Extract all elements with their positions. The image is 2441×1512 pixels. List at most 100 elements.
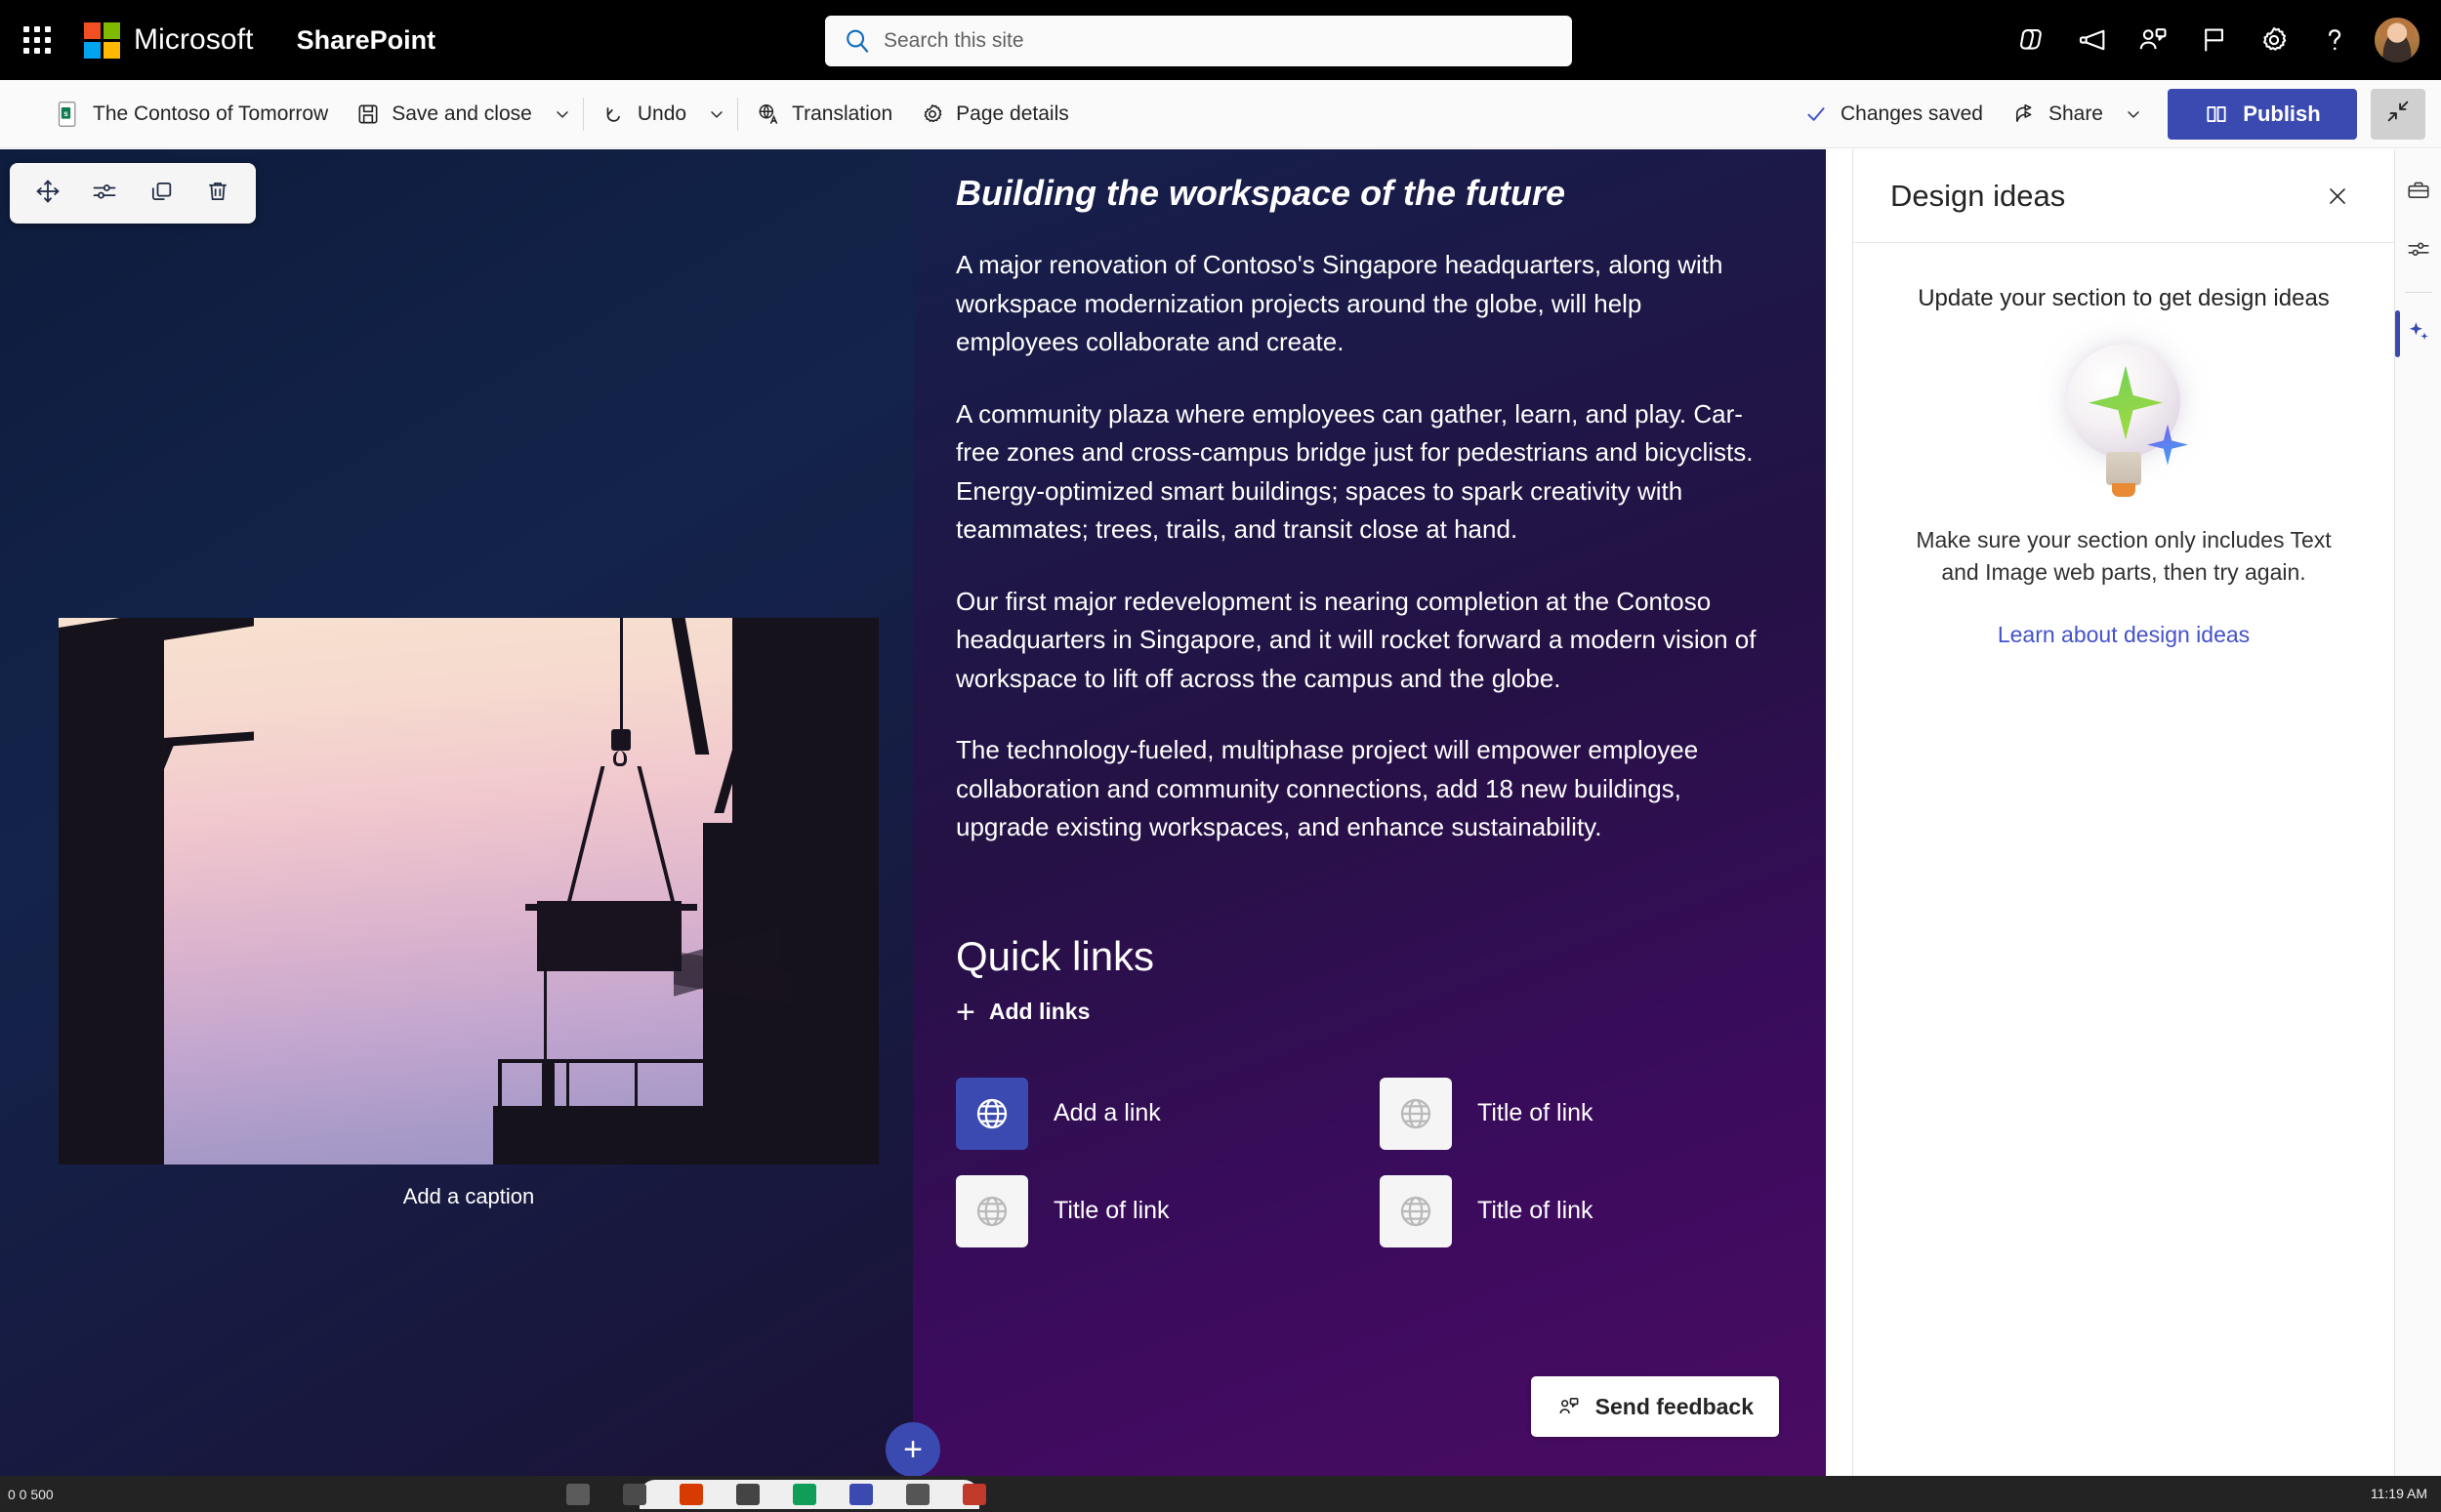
search-icon xyxy=(843,26,872,56)
undo-options-chevron-down-icon[interactable] xyxy=(700,89,733,140)
taskbar-clock[interactable]: 11:19 AM xyxy=(2371,1486,2427,1501)
page-settings-button[interactable] xyxy=(2397,222,2440,280)
delete-webpart-button[interactable] xyxy=(189,169,246,218)
translation-icon xyxy=(756,102,781,127)
undo-icon xyxy=(601,102,627,127)
microsoft-logo[interactable]: Microsoft xyxy=(84,21,254,59)
sparkle-icon xyxy=(2406,319,2431,349)
quick-links-webpart[interactable]: Quick links + Add links Add a link Title… xyxy=(913,880,1826,1247)
taskbar-app-icon[interactable] xyxy=(623,1483,646,1505)
taskbar-app-icon[interactable] xyxy=(680,1483,703,1505)
microsoft-squares-icon xyxy=(84,21,120,59)
section-column-right: Building the workspace of the future A m… xyxy=(913,149,1826,1476)
waffle-icon xyxy=(23,26,51,54)
design-ideas-panel: Design ideas Update your section to get … xyxy=(1852,149,2394,1476)
move-icon xyxy=(34,178,62,210)
add-links-button[interactable]: + Add links xyxy=(956,996,1090,1029)
share-button[interactable]: Share xyxy=(1999,89,2117,140)
move-webpart-button[interactable] xyxy=(20,169,76,218)
text-webpart-paragraph[interactable]: The technology-fueled, multiphase projec… xyxy=(956,731,1763,847)
publish-icon xyxy=(2204,102,2229,127)
design-ideas-header: Design ideas xyxy=(1853,149,2394,243)
collapse-arrows-icon xyxy=(2384,98,2412,130)
plus-icon: + xyxy=(956,993,975,1031)
quick-link-item[interactable]: Title of link xyxy=(956,1174,1380,1247)
save-and-close-button[interactable]: Save and close xyxy=(342,89,546,140)
share-options-chevron-down-icon[interactable] xyxy=(2117,89,2150,140)
quick-link-item[interactable]: Title of link xyxy=(1380,1174,1803,1247)
page-canvas: Add a caption Building the workspace of … xyxy=(0,149,1855,1476)
quick-links-title[interactable]: Quick links xyxy=(956,933,1763,980)
learn-about-design-ideas-link[interactable]: Learn about design ideas xyxy=(1998,622,2250,648)
command-bar-left: s The Contoso of Tomorrow Save and close xyxy=(0,89,1083,140)
image-caption-placeholder[interactable]: Add a caption xyxy=(59,1184,879,1209)
taskbar-app-icon[interactable] xyxy=(736,1483,760,1505)
sliders-icon xyxy=(91,178,118,210)
section-column-left: Add a caption xyxy=(0,149,913,1476)
exit-fullscreen-button[interactable] xyxy=(2371,88,2425,140)
status-badge: Changes saved xyxy=(1788,102,1999,127)
construction-photo xyxy=(59,618,879,1165)
megaphone-icon[interactable] xyxy=(2062,10,2123,70)
design-ideas-prompt: Update your section to get design ideas xyxy=(1918,285,2330,311)
duplicate-webpart-button[interactable] xyxy=(133,169,189,218)
send-feedback-button[interactable]: Send feedback xyxy=(1530,1376,1779,1437)
text-webpart-paragraph[interactable]: A community plaza where employees can ga… xyxy=(956,395,1763,550)
product-name[interactable]: SharePoint xyxy=(297,25,436,56)
send-feedback-label: Send feedback xyxy=(1594,1393,1754,1419)
image-webpart[interactable]: Add a caption xyxy=(59,618,879,1209)
taskbar-app-icon[interactable] xyxy=(963,1483,986,1505)
taskbar-app-icon[interactable] xyxy=(906,1483,930,1505)
quick-link-item[interactable]: Add a link xyxy=(956,1077,1380,1150)
taskbar-app-icon[interactable] xyxy=(566,1483,590,1505)
sliders-icon xyxy=(2406,236,2431,266)
taskbar-pinned-apps xyxy=(566,1483,986,1505)
quick-link-label: Title of link xyxy=(1477,1099,1593,1127)
command-divider xyxy=(582,97,584,131)
suite-actions xyxy=(2002,0,2433,80)
search-box[interactable] xyxy=(825,16,1572,66)
taskbar-app-icon[interactable] xyxy=(793,1483,816,1505)
os-taskbar: 0 0 500 11:19 AM xyxy=(0,1476,2441,1512)
publish-button[interactable]: Publish xyxy=(2168,88,2357,140)
brand-label: Microsoft xyxy=(134,23,254,56)
avatar[interactable] xyxy=(2373,16,2421,64)
bulb-base xyxy=(2106,451,2141,485)
flag-icon[interactable] xyxy=(2183,10,2244,70)
command-divider xyxy=(737,97,739,131)
quick-link-label: Title of link xyxy=(1477,1197,1593,1225)
right-rail xyxy=(2394,149,2441,1476)
undo-button[interactable]: Undo xyxy=(588,89,700,140)
text-webpart[interactable]: Building the workspace of the future A m… xyxy=(913,149,1826,847)
app-launcher-button[interactable] xyxy=(0,0,74,80)
bulb-tip xyxy=(2112,482,2135,497)
text-webpart-paragraph[interactable]: Our first major redevelopment is nearing… xyxy=(956,583,1763,699)
translation-button[interactable]: Translation xyxy=(742,89,906,140)
add-section-button[interactable]: + xyxy=(886,1422,940,1476)
text-webpart-paragraph[interactable]: A major renovation of Contoso's Singapor… xyxy=(956,246,1763,362)
page-title-button[interactable]: s The Contoso of Tomorrow xyxy=(43,89,342,140)
save-options-chevron-down-icon[interactable] xyxy=(546,89,579,140)
design-ideas-button[interactable] xyxy=(2394,305,2440,363)
globe-icon xyxy=(1380,1077,1452,1150)
checkmark-icon xyxy=(1803,102,1829,127)
publish-label: Publish xyxy=(2243,101,2321,126)
globe-icon xyxy=(1380,1174,1452,1247)
taskbar-left-text: 0 0 500 xyxy=(8,1486,54,1502)
quick-link-item[interactable]: Title of link xyxy=(1380,1077,1803,1150)
save-icon xyxy=(355,102,381,127)
help-icon[interactable] xyxy=(2304,10,2365,70)
changes-saved-label: Changes saved xyxy=(1841,102,1983,125)
people-share-icon[interactable] xyxy=(2123,10,2183,70)
search-input[interactable] xyxy=(884,29,1554,53)
page-details-button[interactable]: Page details xyxy=(906,89,1083,140)
text-webpart-heading[interactable]: Building the workspace of the future xyxy=(956,171,1763,215)
close-icon[interactable] xyxy=(2316,175,2359,218)
taskbar-app-icon[interactable] xyxy=(849,1483,873,1505)
edit-webpart-button[interactable] xyxy=(76,169,133,218)
toolbox-button[interactable] xyxy=(2397,163,2440,222)
copilot-icon[interactable] xyxy=(2002,10,2062,70)
gear-icon[interactable] xyxy=(2244,10,2304,70)
page-details-label: Page details xyxy=(956,102,1069,125)
globe-icon xyxy=(956,1174,1028,1247)
